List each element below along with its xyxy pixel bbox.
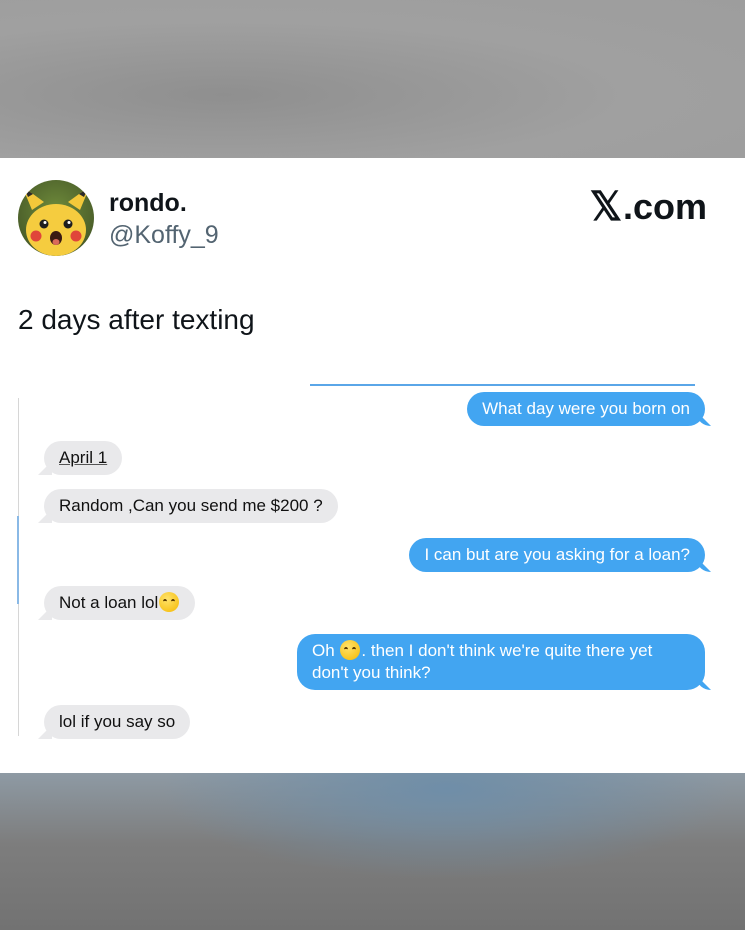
message-text: Not a loan lol [59,593,159,612]
message-text[interactable]: April 1 [59,448,107,467]
message-thread-screenshot: What day were you born on April 1 Random… [0,378,745,773]
outgoing-message: I can but are you asking for a loan? [409,538,705,572]
incoming-message: April 1 [44,441,123,475]
incoming-message: Not a loan lol [44,586,196,620]
incoming-message: Random ,Can you send me $200 ? [44,489,338,523]
blurred-background-top [0,0,745,158]
x-logo-icon: 𝕏 [589,185,622,229]
outgoing-message: What day were you born on [467,392,705,426]
tweet-text: 2 days after texting [18,304,255,335]
message-text: Oh [312,641,340,660]
user-handle[interactable]: @Koffy_9 [109,221,219,250]
pikachu-avatar-icon[interactable] [18,180,94,256]
outgoing-message: Oh . then I don't think we're quite ther… [297,634,705,690]
blurred-background-bottom [0,773,745,930]
rofl-emoji-icon [340,640,361,660]
crying-laughing-emoji-icon [159,592,180,612]
incoming-message: lol if you say so [44,705,191,739]
tweet-card: rondo. @Koffy_9 𝕏 .com 2 days after text… [0,158,745,773]
x-com-logo: 𝕏 .com [590,184,707,230]
message-text: . then I don't think we're quite there y… [312,641,653,682]
divider [17,516,19,604]
brand-suffix: .com [622,186,707,227]
display-name[interactable]: rondo. [109,189,187,218]
divider [310,384,695,386]
